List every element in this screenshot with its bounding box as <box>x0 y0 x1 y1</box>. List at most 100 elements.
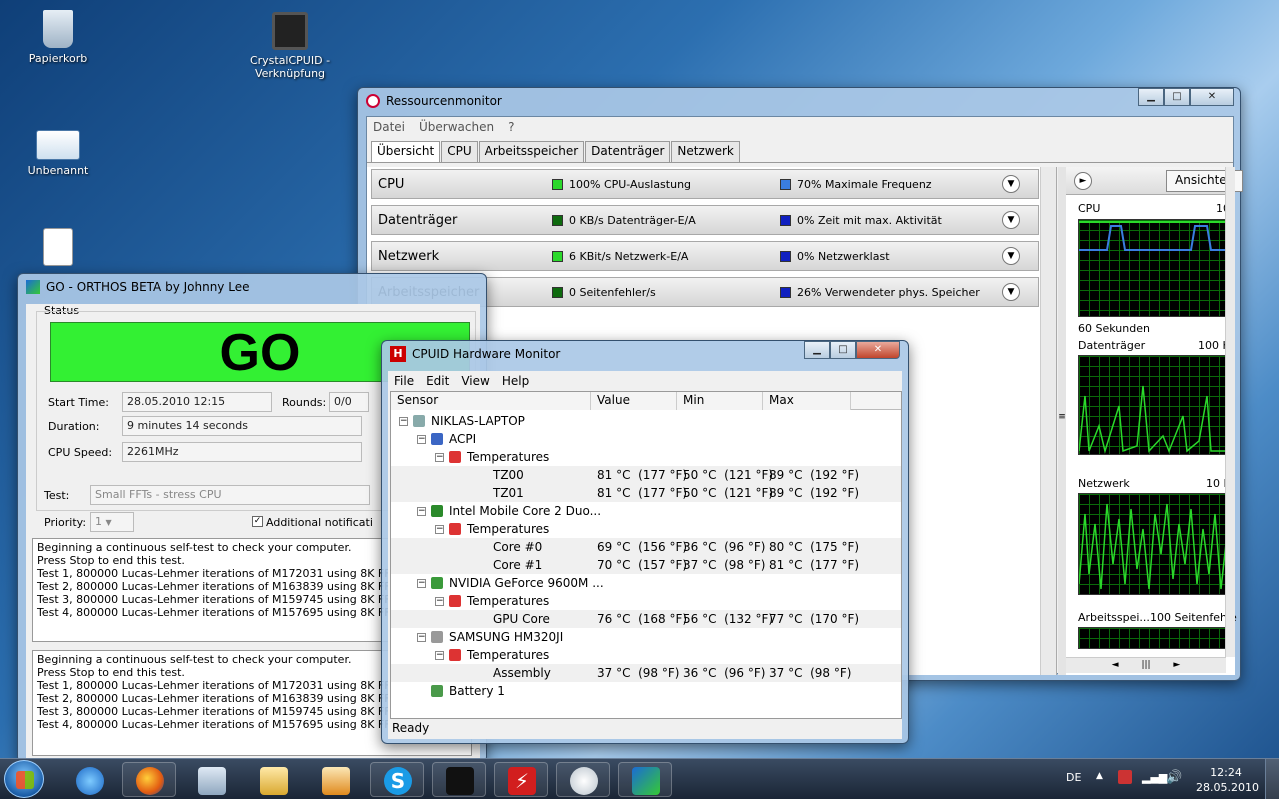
sensor-reading-row[interactable]: Assembly 37 °C (98 °F) 36 °C (96 °F) 37 °C … <box>391 664 901 682</box>
menu-help[interactable]: Help <box>502 374 529 388</box>
collapse-toggle-icon[interactable]: − <box>417 579 426 588</box>
taskbar-explorer-folder[interactable] <box>184 762 238 797</box>
tab-cpu[interactable]: CPU <box>441 141 478 162</box>
section-cpu[interactable]: CPU 100% CPU-Auslastung 70% Maximale Fre… <box>371 169 1039 199</box>
taskbar-resource-monitor[interactable] <box>556 762 610 797</box>
taskbar-flash-app[interactable]: ⚡ <box>494 762 548 797</box>
start-button[interactable] <box>4 760 44 798</box>
chevron-right-icon[interactable]: ► <box>1074 172 1092 190</box>
sensor-reading-row[interactable]: TZ00 81 °C (177 °F) 50 °C (121 °F) 89 °C (1… <box>391 466 901 484</box>
minimize-button[interactable]: ▁ <box>804 341 830 359</box>
sensor-tree-node[interactable]: Battery 1 <box>391 682 901 700</box>
taskbar-skype[interactable]: S <box>370 762 424 797</box>
sensor-value: 81 °C (177 °F) <box>597 486 688 500</box>
language-indicator[interactable]: DE <box>1066 771 1081 784</box>
taskbar-firefox[interactable] <box>122 762 176 797</box>
column-header-sensor[interactable]: Sensor <box>391 392 591 410</box>
menu-help[interactable]: ? <box>508 120 514 134</box>
volume-icon[interactable]: 🔊 <box>1166 770 1182 785</box>
clock[interactable]: 12:24 28.05.2010 <box>1196 765 1259 795</box>
tab-netzwerk[interactable]: Netzwerk <box>671 141 740 162</box>
close-button[interactable]: ✕ <box>856 341 900 359</box>
chevron-down-icon[interactable]: ▼ <box>1002 175 1020 193</box>
text-file-icon <box>43 228 73 266</box>
tab-uebersicht[interactable]: Übersicht <box>371 141 441 162</box>
chevron-down-icon[interactable]: ▼ <box>1002 211 1020 229</box>
menu-view[interactable]: View <box>461 374 489 388</box>
maximize-button[interactable]: □ <box>1164 88 1190 106</box>
tab-arbeitsspeicher[interactable]: Arbeitsspeicher <box>478 141 585 162</box>
collapse-toggle-icon[interactable]: − <box>417 507 426 516</box>
clock-date: 28.05.2010 <box>1196 781 1259 794</box>
sensor-reading-row[interactable]: TZ01 81 °C (177 °F) 50 °C (121 °F) 89 °C (1… <box>391 484 901 502</box>
section-netzwerk[interactable]: Netzwerk 6 KBit/s Netzwerk-E/A 0% Netzwe… <box>371 241 1039 271</box>
sensor-tree-node[interactable]: − Temperatures <box>391 592 901 610</box>
taskbar: S ⚡ DE ▲ ▂▄▆ 🔊 12:24 28.05.2010 <box>0 758 1279 799</box>
additional-checkbox[interactable]: ✓ <box>252 516 263 527</box>
sensor-reading-row[interactable]: Core #1 70 °C (157 °F) 37 °C (98 °F) 81 °C … <box>391 556 901 574</box>
sensor-reading-row[interactable]: GPU Core 76 °C (168 °F) 56 °C (132 °F) 77 °… <box>391 610 901 628</box>
column-header-max[interactable]: Max <box>763 392 851 410</box>
folder-icon <box>260 767 288 795</box>
collapse-toggle-icon[interactable]: − <box>417 435 426 444</box>
sensor-tree-node[interactable]: − Temperatures <box>391 448 901 466</box>
taskbar-orthos[interactable] <box>618 762 672 797</box>
tab-datentraeger[interactable]: Datenträger <box>585 141 671 162</box>
sensor-tree-node[interactable]: − NIKLAS-LAPTOP <box>391 412 901 430</box>
sensor-rows: − NIKLAS-LAPTOP − ACPI − Temperatures TZ00 81 °… <box>391 412 901 718</box>
sensor-tree-node[interactable]: − NVIDIA GeForce 9600M ... <box>391 574 901 592</box>
show-hidden-icons-icon[interactable]: ▲ <box>1096 771 1103 781</box>
vertical-scrollbar[interactable] <box>1225 167 1235 657</box>
priority-select[interactable]: 1 ▼ <box>90 512 134 532</box>
sensor-label: Temperatures <box>467 450 550 464</box>
status-bar: Ready <box>388 721 902 739</box>
section-datentraeger[interactable]: Datenträger 0 KB/s Datenträger-E/A 0% Ze… <box>371 205 1039 235</box>
disk-graph-lines <box>1079 385 1227 454</box>
collapse-toggle-icon[interactable]: − <box>417 633 426 642</box>
vertical-scrollbar[interactable] <box>1040 167 1056 675</box>
sensor-max: 77 °C (170 °F) <box>769 612 860 626</box>
collapse-toggle-icon[interactable]: − <box>435 525 444 534</box>
collapse-toggle-icon[interactable]: − <box>399 417 408 426</box>
minimize-button[interactable]: ▁ <box>1138 88 1164 106</box>
desktop-icon-recycle-bin[interactable]: Papierkorb <box>13 10 103 65</box>
collapse-toggle-icon[interactable]: − <box>435 453 444 462</box>
orthos-titlebar[interactable]: GO - ORTHOS BETA by Johnny Lee <box>18 274 486 300</box>
menu-edit[interactable]: Edit <box>426 374 449 388</box>
desktop-icon-unbenannt[interactable]: Unbenannt <box>13 130 103 177</box>
collapse-toggle-icon[interactable]: − <box>435 597 444 606</box>
desktop-icon-file[interactable] <box>13 228 103 270</box>
chevron-down-icon[interactable]: ▼ <box>1002 247 1020 265</box>
desktop-icon-crystalcpuid[interactable]: CrystalCPUID - Verknüpfung <box>245 12 335 80</box>
menu-datei[interactable]: Datei <box>373 120 405 134</box>
splitter[interactable]: ≡ <box>1058 167 1066 675</box>
menu-ueberwachen[interactable]: Überwachen <box>419 120 494 134</box>
sensor-tree-node[interactable]: − Intel Mobile Core 2 Duo... <box>391 502 901 520</box>
collapse-toggle-icon[interactable]: − <box>435 651 444 660</box>
show-desktop-button[interactable] <box>1265 759 1279 799</box>
chevron-down-icon[interactable]: ▼ <box>1002 283 1020 301</box>
horizontal-scrollbar[interactable]: ◄ ||| ► <box>1066 657 1226 673</box>
test-select[interactable]: Small FFTs - stress CPU <box>90 485 370 505</box>
sensor-tree-node[interactable]: − Temperatures <box>391 646 901 664</box>
taskbar-libraries[interactable] <box>246 762 300 797</box>
tray-app-icon[interactable] <box>1118 770 1132 784</box>
column-header-value[interactable]: Value <box>591 392 677 410</box>
taskbar-steam[interactable] <box>432 762 486 797</box>
section-info2: 26% Verwendeter phys. Speicher <box>797 285 980 299</box>
maximize-button[interactable]: □ <box>830 341 856 359</box>
sensor-tree-node[interactable]: − SAMSUNG HM320JI <box>391 628 901 646</box>
sensor-tree-node[interactable]: − ACPI <box>391 430 901 448</box>
sensor-value: 70 °C (157 °F) <box>597 558 688 572</box>
taskbar-ie[interactable] <box>62 762 116 797</box>
sensor-reading-row[interactable]: Core #0 69 °C (156 °F) 36 °C (96 °F) 80 °C … <box>391 538 901 556</box>
resource-monitor-titlebar[interactable]: Ressourcenmonitor <box>358 88 1240 114</box>
taskbar-media-player[interactable] <box>308 762 362 797</box>
priority-label: Priority: <box>44 516 87 529</box>
close-button[interactable]: ✕ <box>1190 88 1234 106</box>
hwmonitor-client: File Edit View Help Sensor Value Min Max… <box>388 371 902 739</box>
network-signal-icon[interactable]: ▂▄▆ <box>1142 771 1167 784</box>
column-header-min[interactable]: Min <box>677 392 763 410</box>
sensor-tree-node[interactable]: − Temperatures <box>391 520 901 538</box>
menu-file[interactable]: File <box>394 374 414 388</box>
